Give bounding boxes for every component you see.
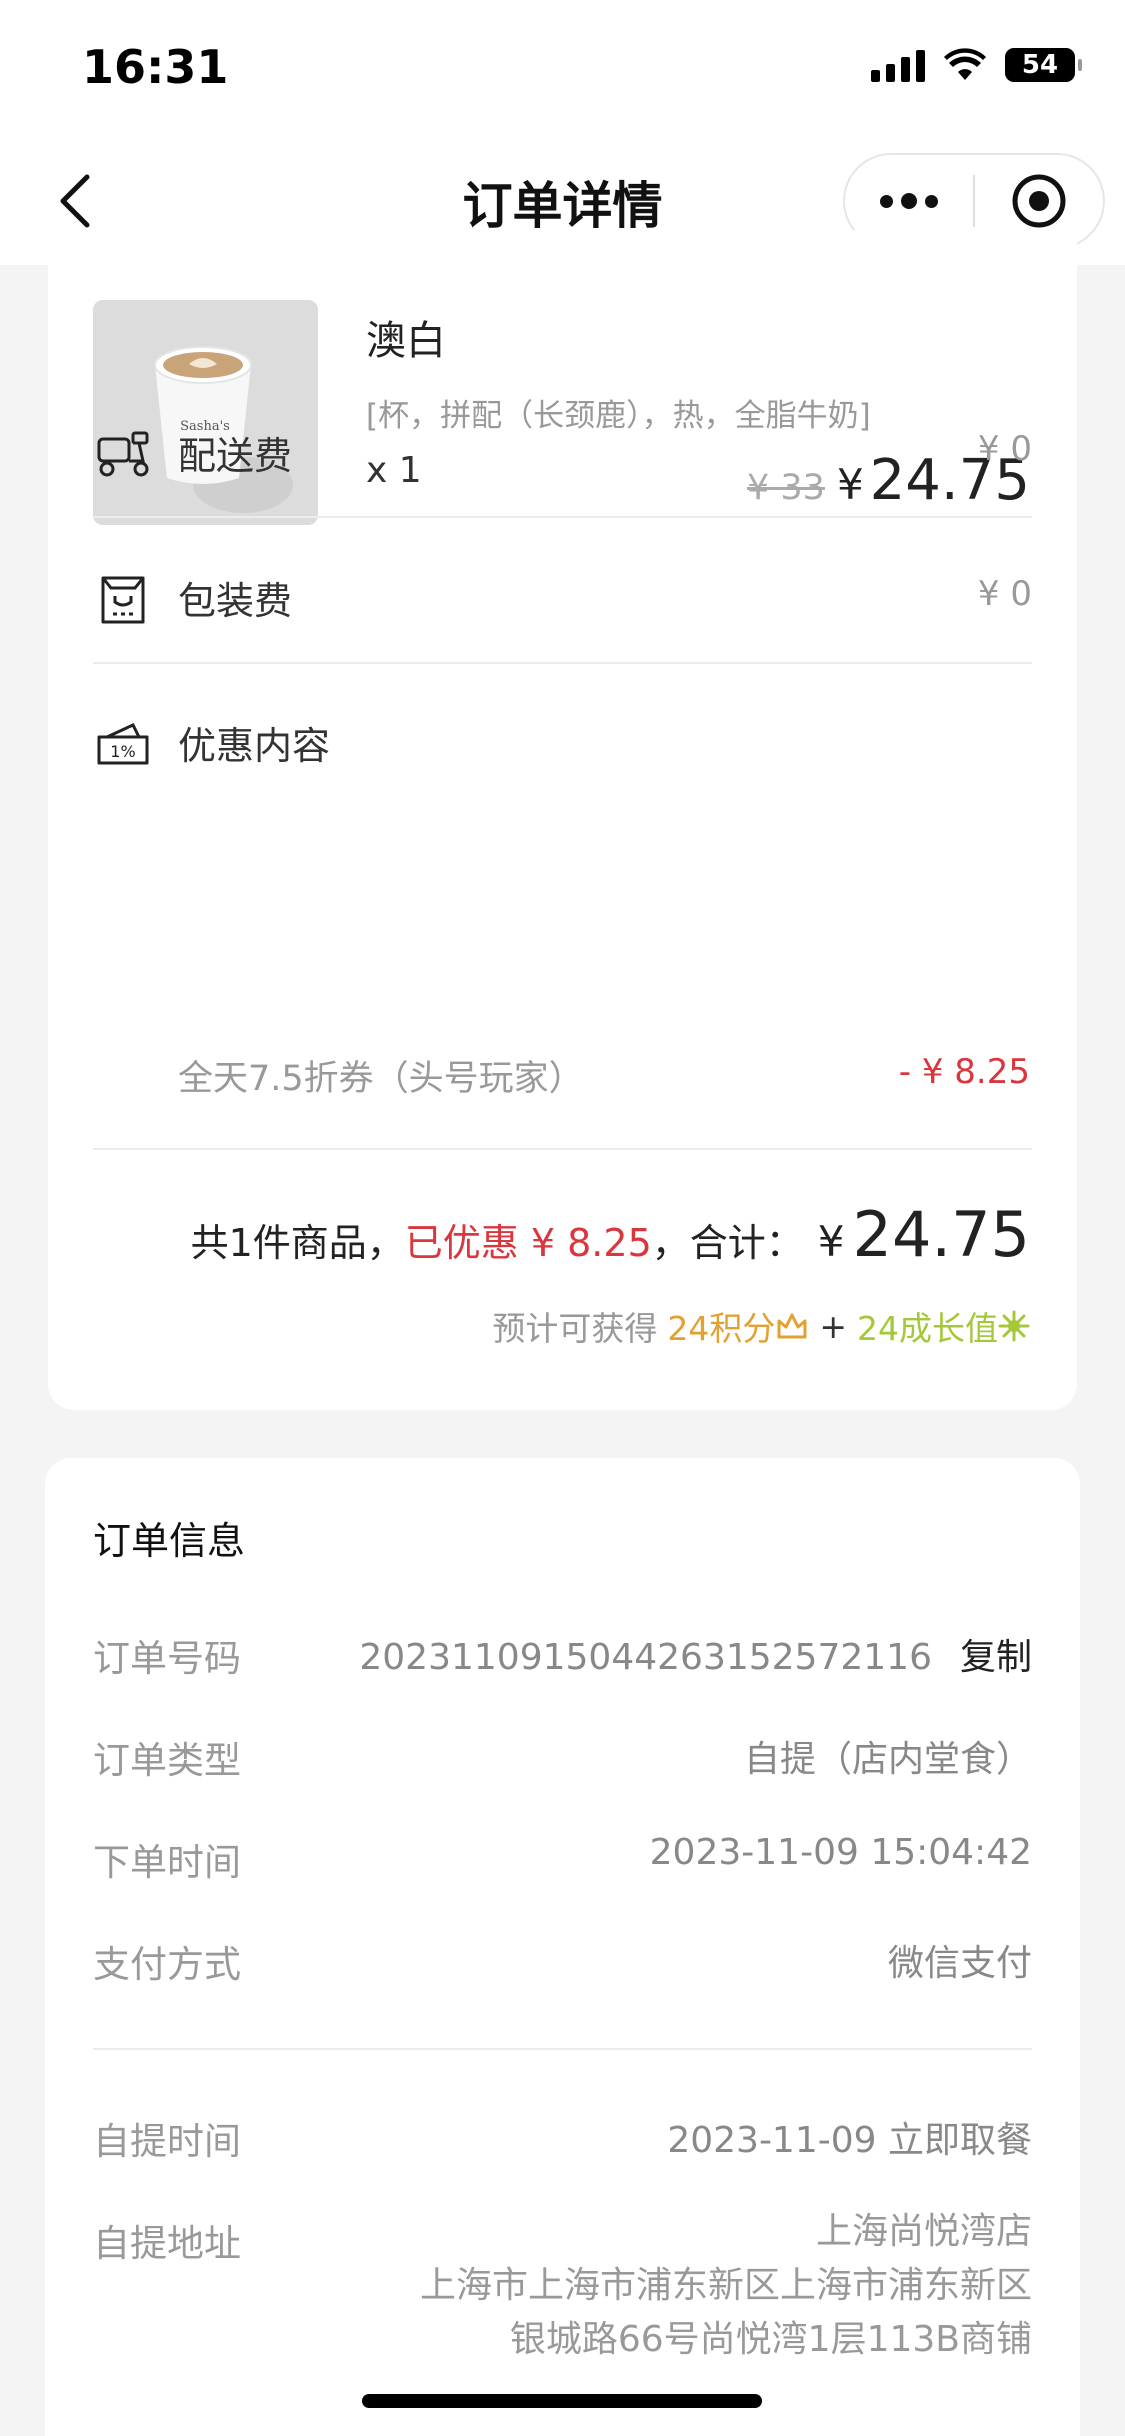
wifi-icon (944, 48, 986, 80)
product-quantity: x 1 (366, 450, 422, 491)
points-crown-icon (777, 1313, 807, 1339)
battery-icon: 54 (1005, 48, 1082, 82)
order-type-value: 自提（店内堂食） (743, 1739, 1032, 1780)
discount-value: - ¥ 8.25 (898, 1052, 1030, 1092)
reward-growth: 24成长值 (857, 1309, 998, 1348)
item-count: 共1件商品， (190, 1221, 405, 1265)
pickup-address-line: 上海市上海市浦东新区上海市浦东新区 (419, 2265, 1032, 2306)
packaging-fee-value: ¥ 0 (977, 574, 1032, 614)
order-number-value: 202311091504426315257211​6 复制 (359, 1628, 1032, 1680)
status-time: 16:31 (82, 40, 229, 94)
divider (93, 516, 1032, 518)
target-icon (1012, 174, 1066, 228)
original-price: ¥ 33 (747, 468, 825, 508)
pickup-address-line: 银城路66号尚悦湾1层113B商铺 (509, 2319, 1032, 2360)
pickup-address: 上海尚悦湾店 上海市上海市浦东新区上海市浦东新区 银城路66号尚悦湾1层113B… (420, 2205, 1032, 2367)
saved-amount: 已优惠 ¥ 8.25 (404, 1221, 652, 1265)
divider (93, 2048, 1032, 2050)
order-info-title: 订单信息 (93, 1519, 246, 1563)
order-items-card: Sasha's 澳白 [杯，拼配（长颈鹿），热，全脂牛奶] x 1 ¥ 33 ¥… (48, 230, 1077, 1410)
order-number: 202311091504426315257211​6 (359, 1637, 932, 1678)
more-dot-icon (925, 194, 938, 208)
total-symbol: ¥ (817, 1217, 845, 1266)
reward-points: 24积分 (667, 1309, 776, 1348)
product-name: 澳白 (366, 318, 446, 364)
delivery-fee-value: ¥ 0 (977, 429, 1032, 469)
product-image: Sasha's (93, 300, 318, 525)
total-amount: ¥24.75 (818, 1198, 1030, 1271)
pickup-time-label: 自提时间 (93, 2120, 241, 2163)
packaging-fee-label: 包装费 (178, 579, 293, 623)
status-icons: 54 (871, 48, 1082, 82)
order-time-label: 下单时间 (93, 1841, 241, 1884)
status-bar: 16:31 54 (0, 0, 1125, 140)
reward-line: 预计可获得 24积分 + 24成长值 (492, 1302, 1030, 1350)
delivery-fee-label: 配送费 (178, 434, 293, 478)
cellular-signal-icon (871, 48, 925, 82)
more-dot-icon (901, 193, 917, 209)
product-spec: [杯，拼配（长颈鹿），热，全脂牛奶] (366, 398, 871, 434)
more-dot-icon (880, 194, 893, 208)
order-number-label: 订单号码 (93, 1637, 241, 1680)
discount-label: 优惠内容 (178, 724, 331, 768)
coupon-percent-icon: 1% (97, 723, 149, 765)
package-bag-icon (101, 576, 145, 624)
copy-order-number-button[interactable]: 复制 (960, 1637, 1032, 1678)
divider (93, 662, 1032, 664)
growth-sparkle-icon (998, 1310, 1030, 1342)
order-type-label: 订单类型 (93, 1739, 241, 1782)
order-total-line: 共1件商品， 已优惠 ¥ 8.25 ，合计： ¥24.75 (191, 1198, 1030, 1271)
svg-text:1%: 1% (110, 742, 135, 761)
reward-plus: + (819, 1306, 847, 1346)
payment-method-label: 支付方式 (93, 1943, 241, 1986)
pickup-address-label: 自提地址 (93, 2222, 241, 2265)
order-info-card: 订单信息 订单号码 202311091504426315257211​6 复制 订… (45, 1458, 1080, 2436)
payment-method-value: 微信支付 (887, 1943, 1032, 1984)
divider (93, 1148, 1032, 1150)
delivery-scooter-icon (97, 431, 149, 477)
order-time-value: 2023-11-09 15:04:42 (649, 1832, 1032, 1873)
reward-prefix: 预计可获得 (492, 1309, 658, 1348)
pickup-store-name: 上海尚悦湾店 (815, 2211, 1032, 2252)
price-symbol: ¥ (836, 460, 864, 509)
total-label: ，合计： (651, 1221, 804, 1265)
pickup-time-value: 2023-11-09 立即取餐 (667, 2120, 1032, 2161)
total-value: 24.75 (852, 1198, 1031, 1271)
home-indicator[interactable] (362, 2394, 762, 2408)
discount-description: 全天7.5折券（头号玩家） (178, 1059, 584, 1099)
